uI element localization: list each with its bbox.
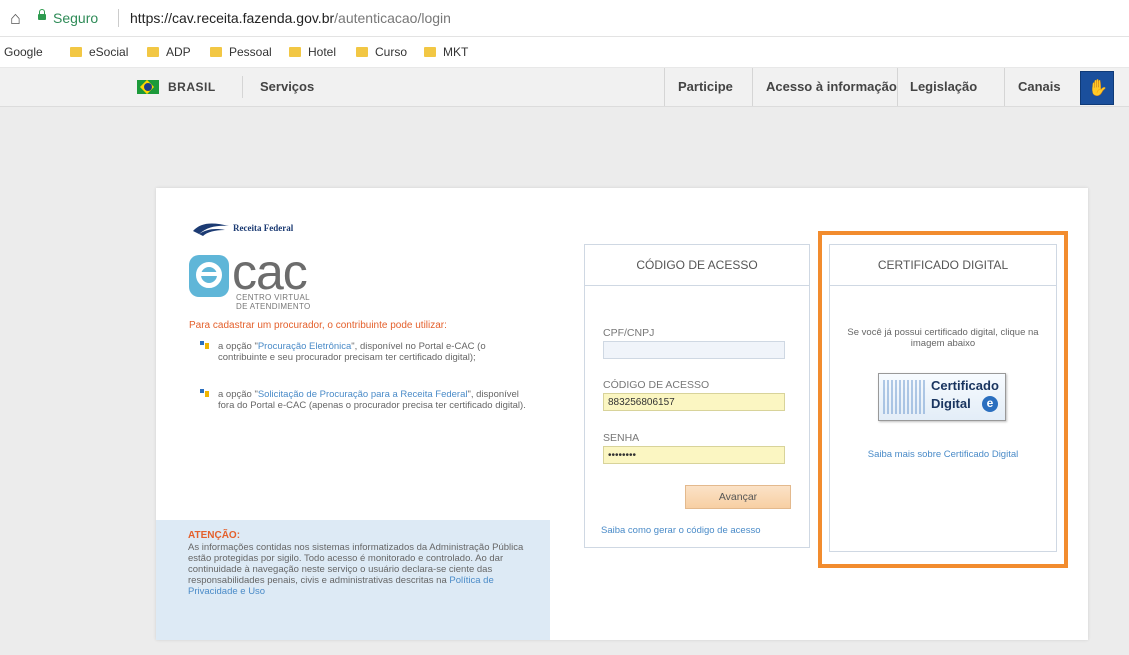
ecac-sub-line1: CENTRO VIRTUAL bbox=[236, 293, 310, 302]
folder-icon bbox=[356, 47, 368, 57]
divider bbox=[1004, 68, 1005, 106]
access-info-link[interactable]: Acesso à informação bbox=[766, 79, 897, 94]
address-separator bbox=[118, 9, 119, 27]
bookmark-google[interactable]: Google bbox=[4, 45, 43, 59]
procuracao-eletronica-link[interactable]: Procuração Eletrônica bbox=[258, 341, 351, 352]
password-label: SENHA bbox=[603, 432, 640, 444]
ecac-e-icon bbox=[189, 255, 229, 297]
attention-box: ATENÇÃO: As informações contidas nos sis… bbox=[156, 520, 550, 640]
attention-body: As informações contidas nos sistemas inf… bbox=[188, 542, 538, 597]
bookmark-curso[interactable]: Curso bbox=[356, 45, 407, 59]
bookmark-label: MKT bbox=[443, 45, 469, 59]
how-generate-code-link[interactable]: Saiba como gerar o código de acesso bbox=[601, 525, 761, 536]
certificate-learn-more-link[interactable]: Saiba mais sobre Certificado Digital bbox=[830, 449, 1056, 460]
secure-label[interactable]: Seguro bbox=[53, 10, 98, 26]
divider bbox=[752, 68, 753, 106]
folder-icon bbox=[147, 47, 159, 57]
services-link[interactable]: Serviços bbox=[260, 79, 314, 94]
legislation-link[interactable]: Legislação bbox=[910, 79, 977, 94]
procurador-option-2: a opção "Solicitação de Procuração para … bbox=[200, 389, 537, 411]
bookmark-esocial[interactable]: eSocial bbox=[70, 45, 128, 59]
bookmarks-bar: Google eSocial ADP Pessoal Hotel Curso M… bbox=[0, 37, 1129, 68]
access-code-label: CÓDIGO DE ACESSO bbox=[603, 379, 710, 391]
solicitacao-procuracao-link[interactable]: Solicitação de Procuração para a Receita… bbox=[258, 389, 468, 400]
digital-certificate-panel: CERTIFICADO DIGITAL Se você já possui ce… bbox=[829, 244, 1057, 552]
accessibility-icon[interactable] bbox=[1080, 71, 1114, 105]
bullet-icon bbox=[200, 341, 209, 351]
certificate-image-line1: Certificado bbox=[931, 378, 999, 393]
option1-prefix: a opção " bbox=[218, 341, 258, 352]
folder-icon bbox=[210, 47, 222, 57]
certificate-image-line2: Digital bbox=[931, 396, 971, 411]
certificate-pattern-icon bbox=[883, 380, 927, 414]
url-base: https://cav.receita.fazenda.gov.br bbox=[130, 10, 335, 26]
bookmark-label: Hotel bbox=[308, 45, 337, 59]
home-icon[interactable]: ⌂ bbox=[10, 9, 21, 27]
cpf-input[interactable] bbox=[603, 341, 785, 359]
cpf-label: CPF/CNPJ bbox=[603, 327, 655, 339]
folder-icon bbox=[70, 47, 82, 57]
receita-federal-text: Receita Federal bbox=[233, 223, 294, 233]
bookmark-mkt[interactable]: MKT bbox=[424, 45, 468, 59]
divider bbox=[897, 68, 898, 106]
bookmark-pessoal[interactable]: Pessoal bbox=[210, 45, 272, 59]
channels-link[interactable]: Canais bbox=[1018, 79, 1061, 94]
procurador-option-1: a opção "Procuração Eletrônica", disponí… bbox=[200, 341, 537, 363]
participe-link[interactable]: Participe bbox=[678, 79, 733, 94]
option2-prefix: a opção " bbox=[218, 389, 258, 400]
brazil-flag-icon[interactable] bbox=[137, 80, 159, 94]
digital-certificate-header: CERTIFICADO DIGITAL bbox=[830, 245, 1056, 286]
url-field[interactable]: https://cav.receita.fazenda.gov.br/auten… bbox=[130, 10, 451, 26]
ecac-sub-line2: DE ATENDIMENTO bbox=[236, 302, 311, 311]
attention-title: ATENÇÃO: bbox=[188, 530, 241, 541]
procurador-intro: Para cadastrar um procurador, o contribu… bbox=[189, 320, 447, 331]
receita-federal-mark-icon bbox=[193, 223, 229, 236]
url-path: /autenticacao/login bbox=[334, 10, 451, 26]
folder-icon bbox=[424, 47, 436, 57]
access-code-input[interactable]: 883256806157 bbox=[603, 393, 785, 411]
access-code-header: CÓDIGO DE ACESSO bbox=[585, 245, 809, 286]
divider bbox=[242, 76, 243, 98]
bookmark-label: Curso bbox=[375, 45, 408, 59]
folder-icon bbox=[289, 47, 301, 57]
bookmark-label: eSocial bbox=[89, 45, 129, 59]
bullet-icon bbox=[200, 389, 209, 399]
bookmark-adp[interactable]: ADP bbox=[147, 45, 191, 59]
lock-icon[interactable] bbox=[38, 9, 46, 20]
ecac-subtitle: CENTRO VIRTUAL DE ATENDIMENTO bbox=[236, 293, 311, 311]
address-bar: ⌂ Seguro https://cav.receita.fazenda.gov… bbox=[0, 0, 1129, 37]
bookmark-label: Pessoal bbox=[229, 45, 272, 59]
brasil-link[interactable]: BRASIL bbox=[168, 80, 216, 94]
digital-certificate-button[interactable]: Certificado Digital e bbox=[878, 373, 1006, 421]
password-input[interactable]: •••••••• bbox=[603, 446, 785, 464]
certificate-info: Se você já possui certificado digital, c… bbox=[847, 327, 1039, 349]
ecac-logo-text: cac bbox=[232, 244, 308, 300]
advance-button[interactable]: Avançar bbox=[685, 485, 791, 509]
access-code-panel: CÓDIGO DE ACESSO CPF/CNPJ CÓDIGO DE ACES… bbox=[584, 244, 810, 548]
e-logo-icon: e bbox=[982, 396, 998, 412]
divider bbox=[664, 68, 665, 106]
bookmark-label: ADP bbox=[166, 45, 191, 59]
gov-bar: BRASIL Serviços Participe Acesso à infor… bbox=[0, 68, 1129, 107]
bookmark-hotel[interactable]: Hotel bbox=[289, 45, 336, 59]
